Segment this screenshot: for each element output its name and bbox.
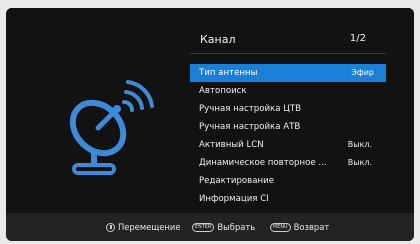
tv-screen: Канал 1/2 Тип антенны Эфир Автопоиск Руч… [6,8,414,241]
menu-item-autoscan[interactable]: Автопоиск [190,82,386,100]
menu-header: Канал 1/2 [190,31,382,53]
menu-item-label: Информация CI [199,194,269,204]
footer-hint-bar: Перемещение ENTER Выбрать MENU Возврат [6,213,414,241]
hint-back-label: Возврат [293,222,330,232]
menu-item-active-lcn[interactable]: Активный LCN Выкл. [190,136,386,154]
menu-item-label: Ручная настройка ЦТВ [199,104,302,114]
menu-item-label: Автопоиск [199,86,247,96]
menu-item-ci-info[interactable]: Информация CI [190,190,386,208]
menu-item-value: Эфир [351,68,374,77]
enter-key-icon: ENTER [192,222,215,232]
hint-select: ENTER Выбрать [192,222,255,232]
channel-menu-panel: Канал 1/2 Тип антенны Эфир Автопоиск Руч… [6,8,414,213]
menu-key-icon: MENU [270,222,291,232]
menu-item-editing[interactable]: Редактирование [190,172,386,190]
menu-item-label: Тип антенны [199,68,258,78]
menu-item-label: Редактирование [199,176,274,186]
hint-select-label: Выбрать [217,222,256,232]
hint-move-label: Перемещение [118,222,181,232]
satellite-dish-icon [69,80,154,175]
hint-move: Перемещение [106,222,181,232]
menu-item-label: Активный LCN [199,140,264,150]
menu-item-manual-dtv[interactable]: Ручная настройка ЦТВ [190,100,386,118]
page-title: Канал [200,33,236,46]
menu-item-dynamic-rescan[interactable]: Динамическое повторное ... Выкл. [190,154,386,172]
menu-item-antenna-type[interactable]: Тип антенны Эфир [190,64,386,82]
hint-back: MENU Возврат [270,222,329,232]
menu-item-manual-atv[interactable]: Ручная настройка АТВ [190,118,386,136]
menu-item-value: Выкл. [347,158,372,167]
menu-item-label: Ручная настройка АТВ [199,122,301,132]
header-divider [190,53,386,54]
navigation-pad-icon [106,222,115,232]
menu-item-label: Динамическое повторное ... [199,158,327,168]
menu-item-value: Выкл. [347,140,372,149]
page-indicator: 1/2 [349,33,366,44]
settings-menu: Тип антенны Эфир Автопоиск Ручная настро… [190,64,386,208]
